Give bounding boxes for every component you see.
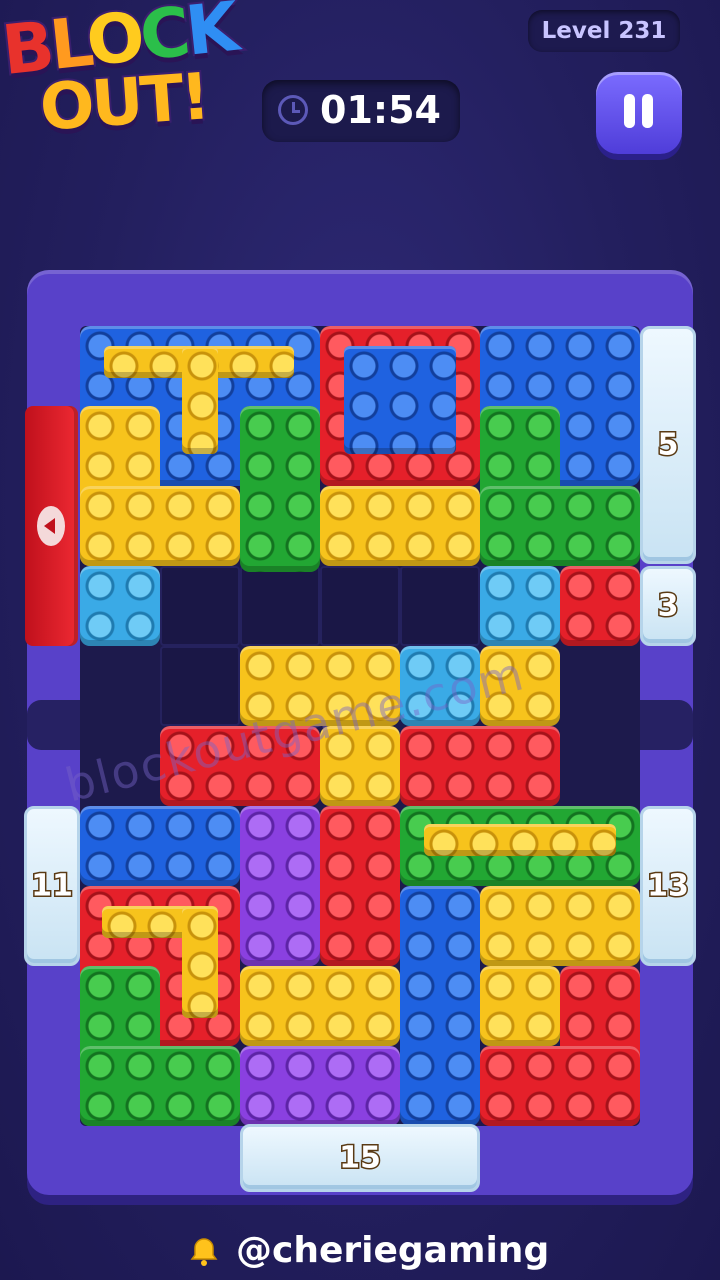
block-yellow-l-top[interactable] xyxy=(480,886,640,966)
clock-icon xyxy=(278,95,308,125)
block-red-l-base[interactable] xyxy=(480,1046,640,1126)
empty-cell xyxy=(240,566,320,646)
level-indicator: Level 231 xyxy=(528,10,680,52)
gate-counter: 5 xyxy=(656,426,680,464)
game-logo: BLOCK OUT! xyxy=(0,0,265,155)
timer: 01:54 xyxy=(262,80,460,142)
block-blue-bar[interactable] xyxy=(80,806,240,886)
block-blue-tall[interactable] xyxy=(400,886,480,1126)
empty-cell xyxy=(160,566,240,646)
block-red-bar[interactable] xyxy=(400,726,560,806)
block-yellow-inner-bar[interactable] xyxy=(424,824,616,856)
arrow-left-icon xyxy=(37,506,65,546)
block-blue-square[interactable] xyxy=(344,346,456,454)
block-yellow-l-bottom[interactable] xyxy=(480,966,560,1046)
gate-counter: 13 xyxy=(646,867,691,905)
block-purple-bar[interactable] xyxy=(240,1046,400,1126)
block-green-l-base[interactable] xyxy=(80,1046,240,1126)
block-red-vertical[interactable] xyxy=(320,806,400,966)
pause-button[interactable] xyxy=(596,72,682,154)
gate-counter: 3 xyxy=(656,587,680,625)
block-yellow-bar[interactable] xyxy=(320,486,480,566)
gate-bottom: 15 xyxy=(240,1124,480,1192)
empty-cell xyxy=(320,566,400,646)
empty-cell xyxy=(160,646,240,726)
logo-line-2: OUT! xyxy=(36,58,212,147)
red-exit-gate[interactable] xyxy=(25,406,78,646)
block-yellow-l-base[interactable] xyxy=(80,486,240,566)
block-cyan-single[interactable] xyxy=(80,566,160,646)
block-cyan-single[interactable] xyxy=(480,566,560,646)
gate-right-middle: 13 xyxy=(640,806,696,966)
block-yellow-corner-side[interactable] xyxy=(182,906,218,1018)
gate-left-middle: 11 xyxy=(24,806,80,966)
gate-counter: 15 xyxy=(338,1139,383,1177)
gate-right-small: 3 xyxy=(640,566,696,646)
gate-right-top: 5 xyxy=(640,326,696,564)
block-purple-vertical[interactable] xyxy=(240,806,320,966)
block-green-vertical[interactable] xyxy=(240,406,320,572)
empty-cell xyxy=(400,566,480,646)
timer-value: 01:54 xyxy=(320,88,441,132)
block-yellow-bar[interactable] xyxy=(240,966,400,1046)
block-yellow-t-stem[interactable] xyxy=(182,346,218,454)
bell-icon xyxy=(190,1238,218,1266)
pause-icon xyxy=(624,94,635,128)
block-green-l-base[interactable] xyxy=(480,486,640,566)
gate-counter: 11 xyxy=(30,867,75,905)
channel-handle: @cheriegaming xyxy=(236,1230,550,1271)
